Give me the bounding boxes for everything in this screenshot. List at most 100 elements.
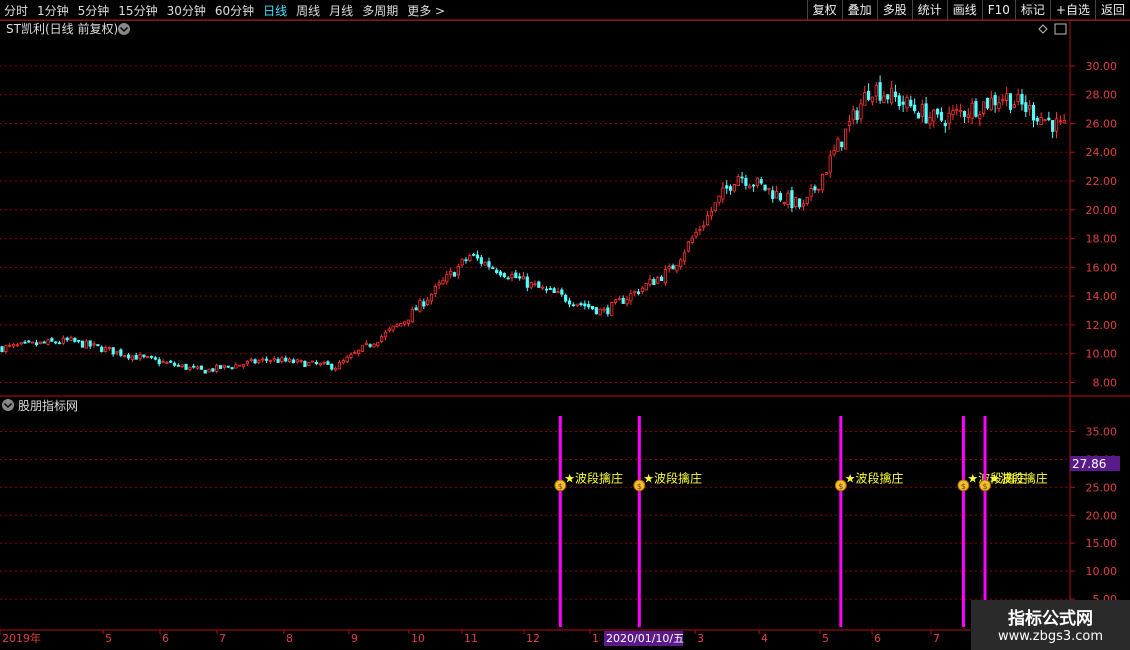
- candle-body: [936, 108, 940, 115]
- candle-body: [418, 300, 422, 312]
- candle-body: [15, 344, 19, 347]
- main-y-tick-label: 18.00: [1086, 233, 1118, 246]
- main-title-dropdown[interactable]: [118, 23, 130, 35]
- main-y-tick-label: 26.00: [1086, 117, 1118, 130]
- candle-body: [38, 341, 42, 345]
- candle-body: [544, 288, 549, 291]
- candle-body: [199, 365, 203, 370]
- candle-body: [809, 188, 813, 197]
- candle-body: [399, 323, 403, 327]
- candle-body: [1020, 94, 1024, 105]
- main-y-tick-label: 24.00: [1086, 146, 1118, 159]
- candle-body: [307, 362, 311, 366]
- candle-body: [357, 349, 361, 355]
- candle-body: [498, 271, 503, 276]
- candle-body: [897, 95, 901, 107]
- candle-body: [817, 188, 821, 191]
- signal-label: ★波段擒庄: [989, 470, 1048, 485]
- candle-body: [610, 302, 614, 316]
- candle-body: [433, 285, 437, 294]
- date-axis: 2019年 5 6 7 8 9 10 11 12 1 2020/01/10/五 3 4 5 6 7: [0, 630, 940, 646]
- candle-body: [215, 364, 219, 372]
- candle-body: [962, 111, 967, 117]
- candle-body: [111, 347, 115, 355]
- main-y-tick-label: 20.00: [1086, 204, 1118, 217]
- main-grid: [0, 65, 1070, 383]
- x-tick-label: 9: [351, 632, 358, 645]
- maximize-icon[interactable]: [1054, 23, 1067, 35]
- candle-body: [69, 337, 73, 341]
- candle-body: [598, 308, 602, 316]
- candle-body: [748, 185, 752, 189]
- candle-body: [629, 293, 633, 302]
- candle-body: [518, 276, 522, 279]
- candle-body: [472, 253, 476, 256]
- diamond-icon[interactable]: [1038, 24, 1048, 34]
- candle-body: [96, 344, 100, 347]
- signal-bar: [983, 416, 987, 627]
- candle-body: [913, 104, 917, 112]
- candle-body: [180, 364, 184, 368]
- candle-body: [1016, 94, 1020, 102]
- candle-body: [824, 172, 829, 175]
- money-bag-symbol: $: [637, 482, 642, 491]
- candle-body: [73, 337, 77, 342]
- candle-body: [767, 187, 771, 190]
- chevron-down-icon[interactable]: [2, 399, 14, 411]
- indicator-grid: [0, 431, 1070, 600]
- main-y-tick-label: 28.00: [1086, 89, 1118, 102]
- candle-body: [1047, 117, 1051, 121]
- indicator-y-axis: 5.0010.0015.0020.0025.0030.0035.00: [1070, 426, 1117, 606]
- candle-body: [993, 95, 997, 106]
- chevron-down-icon[interactable]: [118, 23, 130, 35]
- candle-body: [751, 184, 756, 187]
- watermark: 指标公式网 www.zbgs3.com: [971, 600, 1130, 650]
- candlestick-series: [0, 75, 1066, 374]
- candle-body: [955, 108, 959, 111]
- candle-body: [514, 272, 518, 279]
- candle-body: [870, 96, 875, 103]
- indicator-title-dropdown[interactable]: [2, 399, 14, 411]
- candle-body: [648, 278, 652, 285]
- candle-body: [859, 103, 863, 120]
- candle-body: [778, 193, 783, 201]
- candle-body: [80, 340, 85, 348]
- x-tick-label: 6: [162, 632, 169, 645]
- candle-body: [763, 184, 767, 191]
- candle-body: [222, 364, 227, 368]
- candle-body: [387, 328, 391, 331]
- candle-body: [146, 356, 150, 358]
- candle-body: [330, 363, 334, 370]
- candle-body: [50, 338, 54, 342]
- panel-buttons[interactable]: [1038, 23, 1067, 35]
- candle-body: [495, 269, 499, 273]
- candle-body: [1039, 117, 1043, 125]
- candle-body: [264, 358, 269, 361]
- candle-body: [34, 342, 39, 346]
- candle-body: [909, 99, 913, 107]
- candle-body: [429, 293, 434, 302]
- x-tick-label: 7: [219, 632, 226, 645]
- candle-body: [640, 287, 644, 292]
- candle-body: [740, 176, 744, 179]
- candle-body: [100, 346, 104, 353]
- candle-body: [1043, 119, 1047, 121]
- signal-bar: [637, 416, 641, 627]
- candle-body: [782, 202, 786, 205]
- candle-body: [314, 362, 319, 365]
- candle-body: [441, 280, 445, 285]
- candle-body: [805, 196, 809, 205]
- candle-body: [119, 349, 123, 356]
- candle-body: [8, 344, 12, 347]
- candle-body: [594, 307, 598, 315]
- candle-body: [84, 340, 88, 349]
- candle-body: [533, 283, 537, 286]
- candle-body: [682, 252, 687, 262]
- candle-body: [663, 269, 667, 284]
- x-tick-label: 7: [933, 632, 940, 645]
- candle-body: [299, 359, 303, 362]
- candle-body: [310, 360, 315, 363]
- candle-body: [445, 274, 449, 283]
- x-tick-label: 5: [105, 632, 112, 645]
- candle-body: [211, 368, 215, 372]
